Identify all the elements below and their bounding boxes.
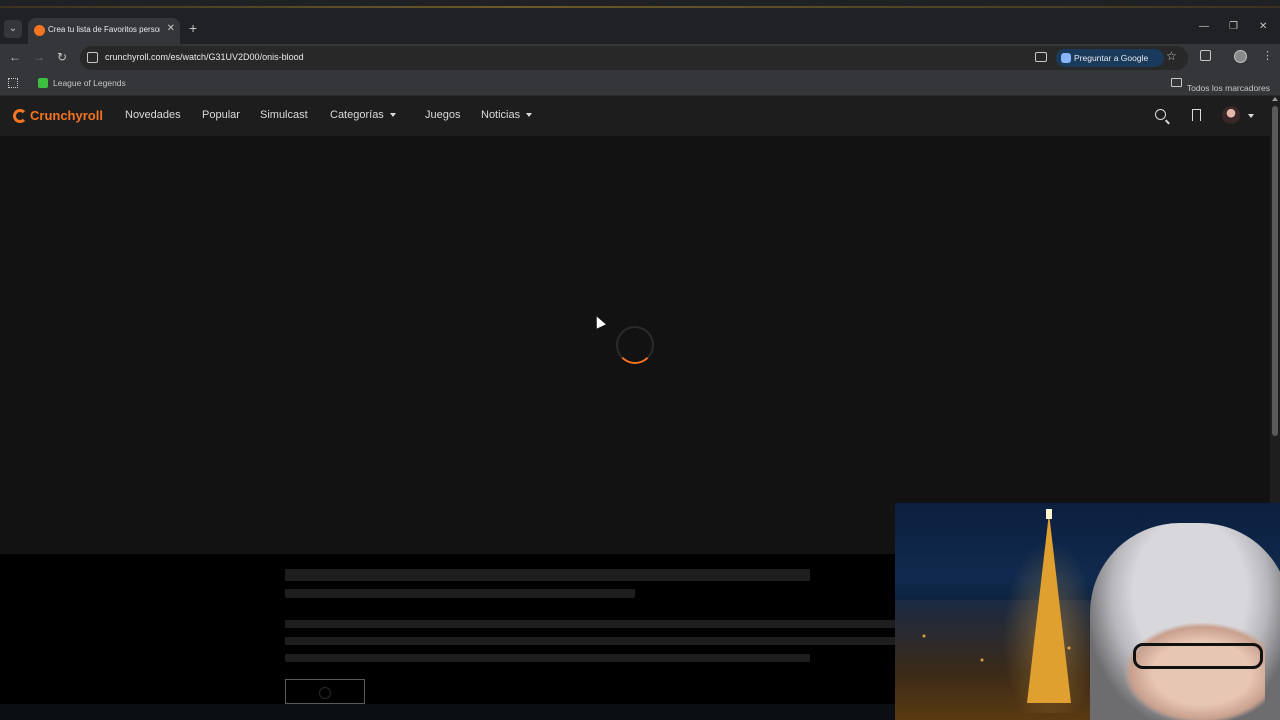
- site-info-icon[interactable]: [87, 52, 98, 63]
- folder-icon: [1170, 78, 1182, 87]
- scroll-up-icon[interactable]: [1272, 97, 1278, 101]
- forward-button[interactable]: →: [33, 50, 45, 64]
- google-lens-icon: [1061, 53, 1071, 63]
- eiffel-tower-image: [1027, 509, 1071, 703]
- top-accent-line: [0, 0, 1280, 14]
- chevron-down-icon: [526, 113, 533, 118]
- watchlist-icon[interactable]: [1192, 109, 1201, 121]
- ask-google-label: Preguntar a Google: [1074, 53, 1149, 63]
- minimize-button[interactable]: —: [1199, 21, 1209, 32]
- tab-close-icon[interactable]: ✕: [167, 23, 175, 34]
- nav-popular[interactable]: Popular: [202, 109, 240, 121]
- nav-simulcast[interactable]: Simulcast: [260, 109, 308, 121]
- bookmark-star-icon[interactable]: ☆: [1166, 49, 1177, 63]
- address-bar[interactable]: crunchyroll.com/es/watch/G31UV2D00/onis-…: [80, 46, 1188, 70]
- glasses: [1133, 643, 1263, 669]
- profile-avatar-icon[interactable]: [1234, 50, 1247, 63]
- nav-categorias[interactable]: Categorías: [330, 109, 396, 121]
- maximize-button[interactable]: ❐: [1229, 21, 1238, 32]
- skeleton-line: [285, 569, 810, 581]
- ask-google-button[interactable]: Preguntar a Google: [1056, 49, 1164, 67]
- nav-noticias[interactable]: Noticias: [481, 109, 533, 121]
- screen: ⌄ Crea tu lista de Favoritos personaliza…: [0, 0, 1280, 720]
- site-header: Crunchyroll Novedades Popular Simulcast …: [0, 96, 1270, 136]
- scrollbar-thumb[interactable]: [1272, 106, 1278, 436]
- bookmarks-bar: League of Legends Todos los marcadores: [0, 72, 1280, 96]
- mouse-cursor-icon: [592, 314, 606, 329]
- skeleton-line: [285, 654, 810, 662]
- loading-spinner-icon: [616, 326, 654, 364]
- skeleton-line: [285, 637, 895, 645]
- video-player[interactable]: [0, 136, 1270, 554]
- chevron-down-icon: [389, 113, 396, 118]
- all-bookmarks-label: Todos los marcadores: [1186, 83, 1270, 93]
- reload-button[interactable]: ↻: [57, 50, 67, 64]
- url-text: crunchyroll.com/es/watch/G31UV2D00/onis-…: [105, 52, 304, 62]
- tab-active[interactable]: Crea tu lista de Favoritos personalizada…: [28, 18, 180, 44]
- browser-toolbar: ← → ↻ crunchyroll.com/es/watch/G31UV2D00…: [0, 44, 1280, 72]
- tab-search-button[interactable]: ⌄: [4, 20, 22, 38]
- league-favicon-icon: [38, 78, 48, 88]
- browser-menu-icon[interactable]: ⋮: [1262, 48, 1273, 64]
- tab-strip: ⌄ Crea tu lista de Favoritos personaliza…: [0, 14, 1280, 44]
- nav-novedades[interactable]: Novedades: [125, 109, 181, 121]
- skeleton-line: [285, 589, 635, 598]
- nav-noticias-label: Noticias: [481, 109, 521, 121]
- new-tab-button[interactable]: +: [189, 20, 197, 36]
- skeleton-line: [285, 620, 895, 628]
- install-app-icon[interactable]: [1035, 52, 1047, 62]
- chevron-down-icon[interactable]: [1248, 114, 1254, 118]
- user-avatar[interactable]: [1222, 106, 1240, 124]
- nav-categorias-label: Categorías: [330, 109, 384, 121]
- apps-grid-icon[interactable]: [8, 78, 18, 88]
- skeleton-button: [285, 679, 365, 704]
- streamer-face: [1125, 623, 1265, 720]
- nav-juegos[interactable]: Juegos: [425, 109, 460, 121]
- all-bookmarks-button[interactable]: Todos los marcadores: [1170, 78, 1270, 93]
- back-button[interactable]: ←: [9, 50, 21, 64]
- webcam-overlay: [895, 503, 1280, 720]
- brand-name[interactable]: Crunchyroll: [30, 108, 103, 123]
- crunchyroll-favicon-icon: [34, 25, 45, 36]
- bookmark-label: League of Legends: [53, 78, 126, 88]
- close-window-button[interactable]: ✕: [1259, 21, 1267, 32]
- tab-title: Crea tu lista de Favoritos personalizada: [48, 25, 160, 34]
- search-icon[interactable]: [1155, 109, 1166, 120]
- crunchyroll-logo-icon[interactable]: [13, 109, 27, 123]
- extensions-icon[interactable]: [1200, 50, 1211, 61]
